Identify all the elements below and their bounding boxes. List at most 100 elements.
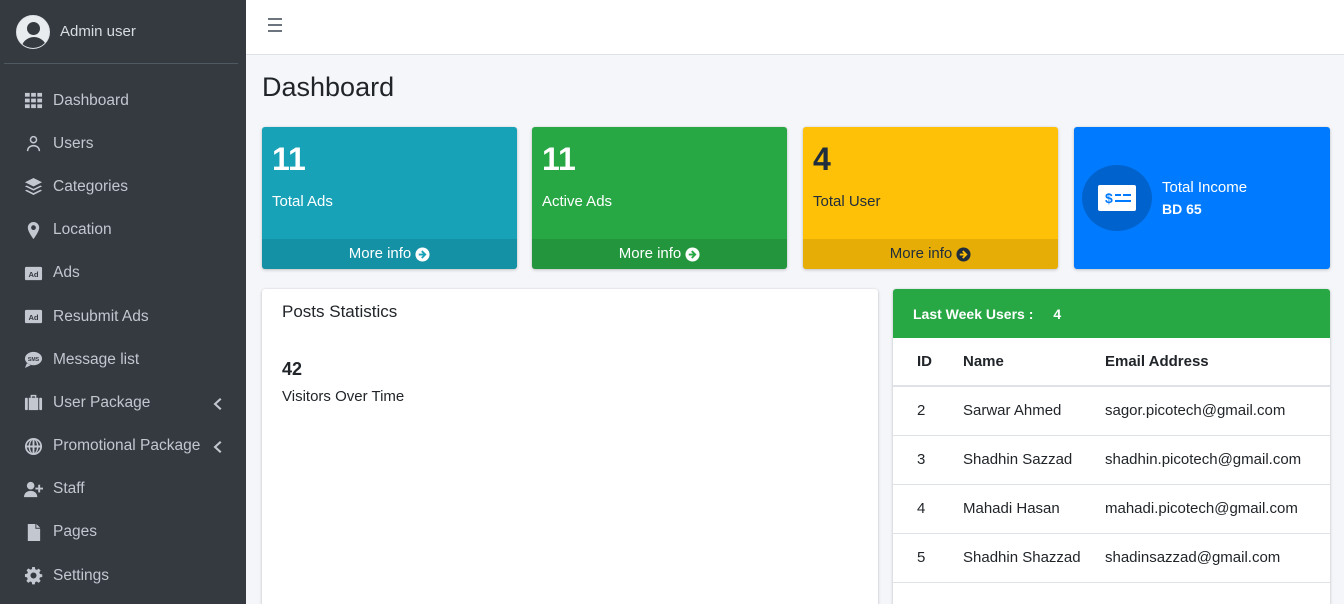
column-header: ID (893, 338, 957, 387)
total-user-box: 4 Total User More info (803, 127, 1058, 269)
box-label: Total User (813, 193, 881, 210)
user-name[interactable]: Admin user (60, 23, 136, 40)
sms-icon: SMS (22, 350, 44, 370)
globe-icon (22, 436, 44, 456)
cell-email: mahadi.picotech@gmail.com (1099, 484, 1330, 534)
sidebar-item-location[interactable]: Location (22, 209, 234, 252)
sidebar-item-label: Settings (53, 566, 110, 584)
svg-text:SMS: SMS (27, 357, 39, 363)
income-amount: BD 65 (1162, 201, 1202, 217)
visitor-count: 42 (282, 359, 303, 379)
table-row: 3 Shadhin Sazzad shadhin.picotech@gmail.… (893, 435, 1330, 485)
table-header-row: ID Name Email Address (893, 338, 1330, 387)
sidebar-item-label: Pages (53, 523, 97, 541)
menu-toggle-icon[interactable] (268, 18, 286, 34)
cell-id: 3 (893, 435, 957, 485)
column-header: Name (957, 338, 1099, 387)
sidebar-item-label: Promotional Package (53, 437, 201, 455)
more-info-label: More info (618, 245, 682, 262)
box-value: 11 (272, 141, 306, 177)
more-info-link[interactable]: More info (532, 239, 787, 269)
income-info: Total Income BD 65 (1162, 179, 1247, 217)
arrow-circle-right-icon (956, 246, 971, 262)
box-label: Total Ads (272, 193, 333, 210)
card-title: Last Week Users : (913, 305, 1034, 322)
user-panel[interactable]: Admin user (4, 0, 238, 64)
user-count: 4 (1053, 305, 1062, 322)
sidebar-item-label: Message list (53, 350, 140, 368)
total-ads-box: 11 Total Ads More info (262, 127, 517, 269)
sidebar-item-message-list[interactable]: SMS Message list (22, 338, 234, 381)
box-label: Active Ads (542, 193, 613, 210)
user-icon (22, 134, 44, 154)
more-info-link[interactable]: More info (803, 239, 1058, 269)
sidebar-item-resubmit-ads[interactable]: Ad Resubmit Ads (22, 295, 234, 338)
sidebar-item-label: Dashboard (53, 91, 129, 109)
file-icon (22, 522, 44, 542)
income-label: Total Income (1162, 179, 1248, 196)
sidebar: Admin user Dashboard Users Categories Lo… (0, 0, 246, 604)
cell-id: 2 (893, 386, 957, 436)
table-row: 4 Mahadi Hasan mahadi.picotech@gmail.com (893, 484, 1330, 534)
money-check-icon: $ (1082, 165, 1152, 231)
layers-icon (22, 177, 44, 197)
sidebar-nav: Dashboard Users Categories Location Ad A… (0, 79, 246, 597)
cell-id: 5 (893, 533, 957, 583)
cell-id: 4 (893, 484, 957, 534)
table-row: 5 Shadhin Shazzad shadinsazzad@gmail.com (893, 533, 1330, 583)
more-info-link[interactable]: More info (262, 239, 517, 269)
chevron-left-icon (212, 440, 224, 454)
page-title: Dashboard (262, 72, 395, 102)
svg-text:Ad: Ad (28, 270, 38, 279)
cell-name: Shadhin Shazzad (957, 533, 1099, 583)
sidebar-item-label: Users (53, 134, 94, 152)
box-value: 4 (813, 141, 831, 177)
cell-name: Mahadi Hasan (957, 484, 1099, 534)
cell-name: Shadhin Sazzad (957, 435, 1099, 485)
total-income-box: $ Total Income BD 65 (1074, 127, 1330, 269)
sidebar-item-label: Categories (53, 177, 128, 195)
map-marker-icon (22, 220, 44, 240)
sidebar-item-promotional-package[interactable]: Promotional Package (22, 425, 234, 468)
cell-email: shadhin.picotech@gmail.com (1099, 435, 1330, 485)
sidebar-item-label: Location (53, 221, 112, 239)
posts-statistics-card: Posts Statistics 42 Visitors Over Time (262, 289, 878, 604)
table-row: 2 Sarwar Ahmed sagor.picotech@gmail.com (893, 386, 1330, 436)
svg-text:Ad: Ad (28, 313, 38, 322)
grid-icon (22, 91, 44, 111)
sidebar-item-ads[interactable]: Ad Ads (22, 252, 234, 295)
sidebar-item-settings[interactable]: Settings (22, 554, 234, 597)
active-ads-box: 11 Active Ads More info (532, 127, 787, 269)
more-info-label: More info (889, 245, 953, 262)
sidebar-item-pages[interactable]: Pages (22, 511, 234, 554)
column-header: Email Address (1099, 338, 1330, 387)
visitor-label: Visitors Over Time (282, 388, 405, 405)
cell-email: sagor.picotech@gmail.com (1099, 386, 1330, 436)
sidebar-item-label: Resubmit Ads (53, 307, 149, 325)
svg-text:$: $ (1105, 190, 1113, 206)
gear-icon (22, 566, 44, 586)
ad-icon: Ad (22, 307, 44, 327)
sidebar-item-users[interactable]: Users (22, 122, 234, 165)
sidebar-item-dashboard[interactable]: Dashboard (22, 79, 234, 122)
suitcase-icon (22, 393, 44, 413)
chevron-left-icon (212, 397, 224, 410)
card-title: Posts Statistics (282, 302, 398, 321)
sidebar-item-user-package[interactable]: User Package (22, 381, 234, 424)
sidebar-item-categories[interactable]: Categories (22, 165, 234, 208)
sidebar-item-staff[interactable]: Staff (22, 468, 234, 511)
top-navbar (246, 0, 1344, 55)
card-header: Last Week Users : 4 (893, 289, 1330, 338)
arrow-circle-right-icon (685, 246, 700, 262)
ad-icon: Ad (22, 263, 44, 283)
cell-name: Sarwar Ahmed (957, 386, 1099, 436)
cell-email: shadinsazzad@gmail.com (1099, 533, 1330, 583)
avatar (16, 14, 50, 49)
sidebar-item-label: User Package (53, 393, 151, 411)
box-value: 11 (542, 141, 576, 177)
last-week-users-card: Last Week Users : 4 ID Name Email Addres… (893, 289, 1330, 604)
users-table: ID Name Email Address 2 Sarwar Ahmed sag… (893, 338, 1330, 583)
sidebar-item-label: Ads (53, 264, 80, 282)
more-info-label: More info (348, 245, 412, 262)
sidebar-item-label: Staff (53, 480, 85, 498)
